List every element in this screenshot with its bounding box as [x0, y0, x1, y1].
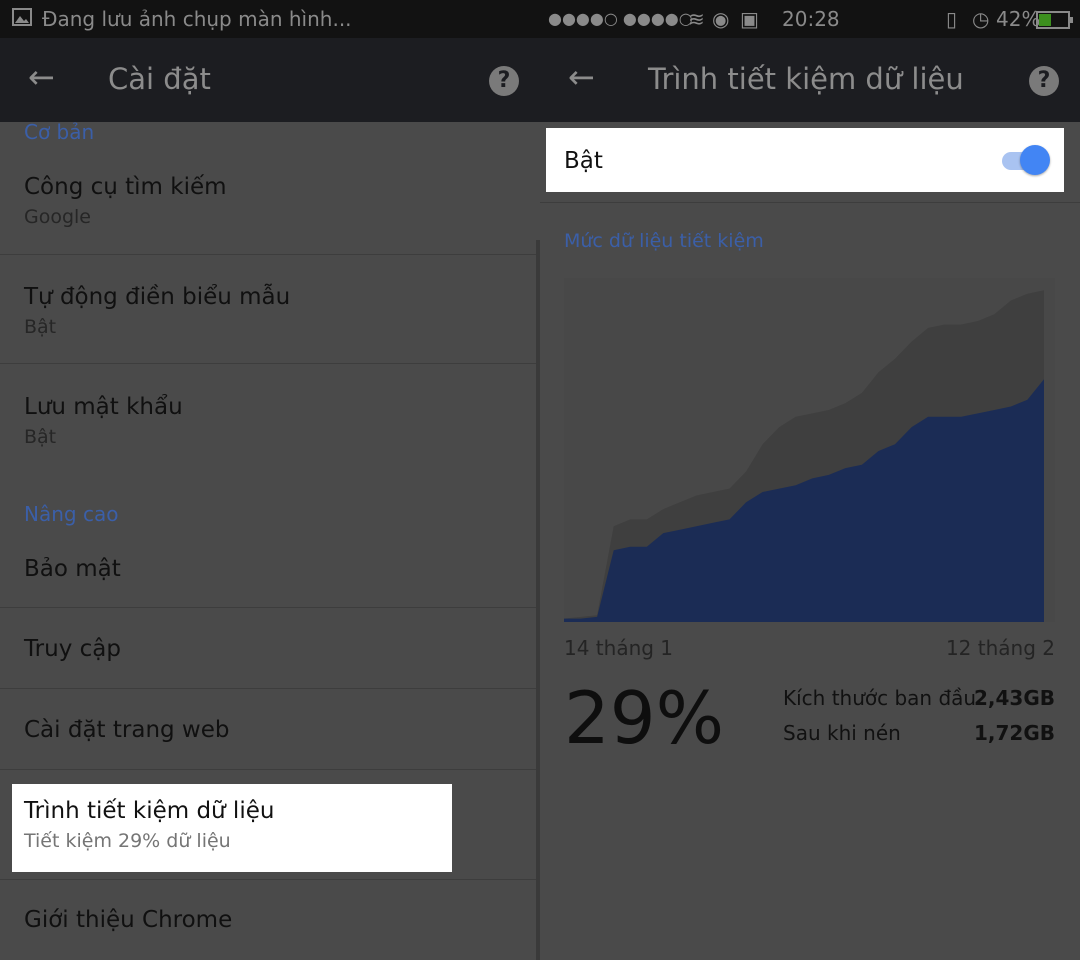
help-icon[interactable]: ?: [489, 66, 519, 96]
setting-title: Công cụ tìm kiếm: [24, 174, 227, 200]
setting-subtitle: Google: [24, 206, 92, 228]
setting-subtitle: Tiết kiệm 29% dữ liệu: [24, 830, 231, 852]
setting-title: Trình tiết kiệm dữ liệu: [24, 798, 275, 824]
setting-title: Cài đặt trang web: [24, 717, 230, 743]
messenger-icon: ◉: [712, 7, 730, 31]
settings-app-bar: ← Cài đặt ?: [0, 38, 540, 122]
setting-passwords[interactable]: Lưu mật khẩu Bật: [0, 378, 536, 468]
toggle-switch[interactable]: [1020, 145, 1050, 175]
battery-icon: [1036, 10, 1074, 34]
vibrate-icon: ▯: [946, 7, 958, 31]
setting-autofill[interactable]: Tự động điền biểu mẫu Bật: [0, 268, 536, 364]
divider: [0, 254, 536, 255]
compressed-size-value: 1,72GB: [973, 721, 1055, 745]
original-size-value: 2,43GB: [973, 686, 1055, 710]
back-arrow-icon[interactable]: ←: [568, 58, 595, 96]
setting-title: Tự động điền biểu mẫu: [24, 284, 291, 310]
setting-data-saver[interactable]: Trình tiết kiệm dữ liệu Tiết kiệm 29% dữ…: [12, 784, 452, 872]
chart-label: Mức dữ liệu tiết kiệm: [564, 230, 764, 252]
notification-text: Đang lưu ảnh chụp màn hình...: [42, 7, 352, 31]
image-notification-icon: [12, 7, 32, 31]
setting-security[interactable]: Bảo mật: [0, 538, 536, 608]
setting-subtitle: Bật: [24, 316, 57, 338]
battery-percent: 42%: [996, 7, 1041, 31]
back-arrow-icon[interactable]: ←: [28, 58, 55, 96]
section-header-advanced: Nâng cao: [24, 502, 119, 526]
setting-title: Giới thiệu Chrome: [24, 907, 233, 933]
divider: [0, 363, 536, 364]
data-saver-app-bar: ← Trình tiết kiệm dữ liệu ?: [540, 38, 1080, 122]
setting-accessibility[interactable]: Truy cập: [0, 608, 536, 689]
percent-saved: 29%: [564, 676, 725, 760]
compressed-size-label: Sau khi nén: [783, 721, 901, 745]
setting-search-engine[interactable]: Công cụ tìm kiếm Google: [0, 160, 536, 255]
x-axis-end-label: 12 tháng 2: [945, 636, 1055, 660]
data-saver-toggle-row[interactable]: Bật: [546, 128, 1064, 192]
toggle-label: Bật: [564, 148, 603, 174]
x-axis-start-label: 14 tháng 1: [564, 636, 674, 660]
setting-site-settings[interactable]: Cài đặt trang web: [0, 689, 536, 770]
status-bar: Đang lưu ảnh chụp màn hình... ●●●●○ ●●●●…: [0, 0, 1080, 38]
gallery-icon: ▣: [740, 7, 759, 31]
setting-title: Truy cập: [24, 636, 121, 662]
divider: [0, 769, 536, 770]
page-title: Cài đặt: [108, 62, 211, 96]
help-icon[interactable]: ?: [1029, 66, 1059, 96]
data-usage-chart: [564, 278, 1055, 622]
setting-title: Bảo mật: [24, 556, 121, 582]
setting-subtitle: Bật: [24, 426, 57, 448]
setting-about-chrome[interactable]: Giới thiệu Chrome: [0, 880, 536, 960]
clock-time: 20:28: [782, 7, 840, 31]
section-header-basic: Cơ bản: [24, 120, 95, 144]
original-size-label: Kích thước ban đầu: [783, 686, 977, 710]
setting-title: Lưu mật khẩu: [24, 394, 183, 420]
page-title: Trình tiết kiệm dữ liệu: [648, 62, 964, 96]
wifi-icon: ≋: [688, 7, 705, 31]
alarm-icon: ◷: [972, 7, 990, 31]
signal-icon: ●●●●○ ●●●●○: [548, 9, 693, 28]
divider: [540, 202, 1080, 203]
